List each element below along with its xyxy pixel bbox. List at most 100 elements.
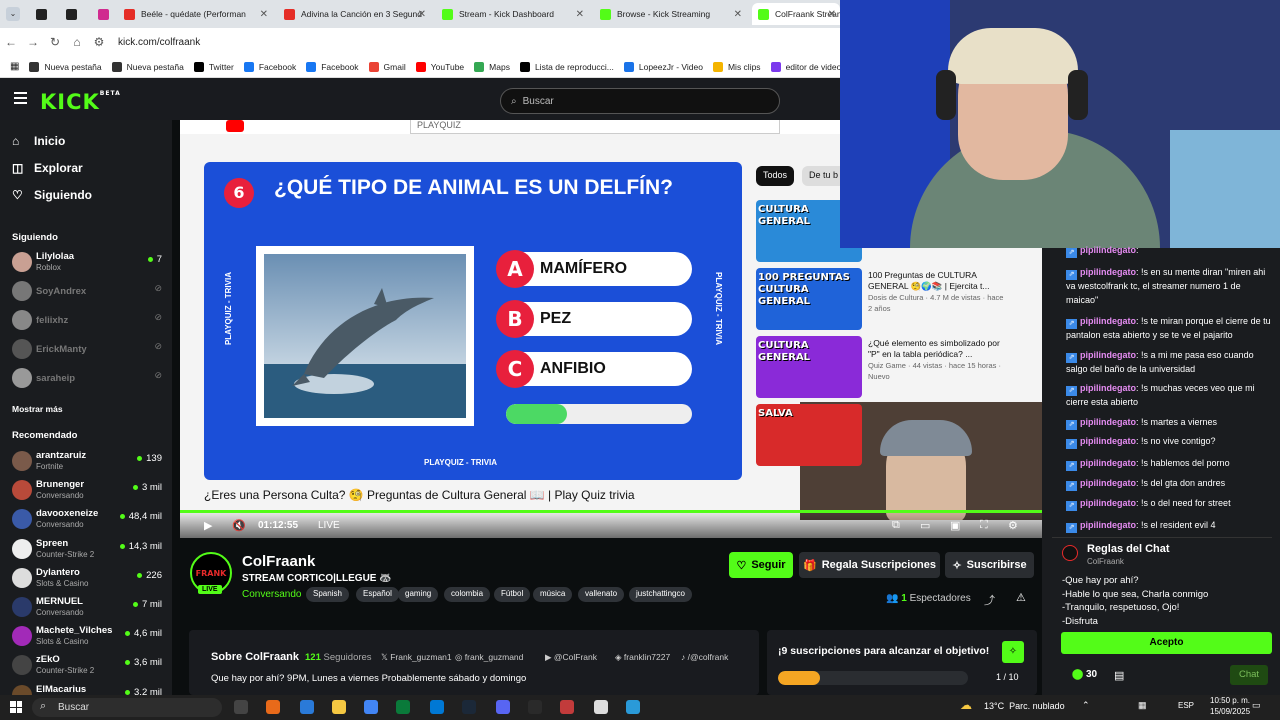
follow-button[interactable]: ♡ Seguir	[729, 552, 793, 578]
home-icon[interactable]: ⌂	[66, 35, 88, 49]
sidebar-channel[interactable]: Spreen Counter-Strike 2 14,3 mil	[12, 537, 162, 563]
taskbar-app-icon[interactable]	[430, 700, 444, 714]
goal-icon-button[interactable]: ✧	[1002, 641, 1024, 663]
browser-tab[interactable]: Stream - Kick Dashboard ✕	[436, 3, 588, 25]
apps-icon[interactable]: ▦	[10, 61, 19, 72]
chat-username[interactable]: pipilindegato	[1080, 436, 1136, 446]
sidebar-channel[interactable]: feliixhz ⊘	[12, 308, 162, 334]
chat-username[interactable]: pipilindegato	[1080, 267, 1136, 277]
stream-tag[interactable]: Fútbol	[494, 587, 531, 602]
stream-tag[interactable]: música	[533, 587, 573, 602]
reload-icon[interactable]: ↻	[44, 35, 66, 49]
chat-send-button[interactable]: Chat	[1230, 665, 1268, 685]
menu-icon[interactable]	[14, 92, 27, 104]
chat-username[interactable]: pipilindegato	[1080, 417, 1136, 427]
accept-rules-button[interactable]: Acepto	[1061, 632, 1272, 654]
clip-icon[interactable]: ⧉	[892, 519, 900, 532]
gift-icon[interactable]: ▤	[1114, 669, 1124, 682]
chat-username[interactable]: pipilindegato	[1080, 478, 1136, 488]
stream-tag[interactable]: vallenato	[578, 587, 625, 602]
taskbar-app-icon[interactable]	[626, 700, 640, 714]
tab-close-icon[interactable]: ✕	[828, 9, 836, 20]
chat-username[interactable]: pipilindegato	[1080, 245, 1136, 255]
social-link[interactable]: ♪ /@colfrank	[681, 652, 728, 662]
miniplayer-icon[interactable]: ▣	[950, 519, 960, 532]
seek-bar[interactable]	[180, 510, 1042, 513]
chat-username[interactable]: pipilindegato	[1080, 383, 1136, 393]
theater-icon[interactable]: ▭	[920, 519, 930, 532]
taskbar-app-icon[interactable]	[396, 700, 410, 714]
taskbar-app-icon[interactable]	[300, 700, 314, 714]
browser-tab[interactable]: ColFraank Stream ✕	[752, 3, 840, 25]
chat-username[interactable]: pipilindegato	[1080, 498, 1136, 508]
sidebar-channel[interactable]: Machete_Vilches Slots & Casino 4,6 mil	[12, 624, 162, 650]
browser-tab[interactable]	[60, 3, 82, 25]
sidebar-channel[interactable]: MERNUEL Conversando 7 mil	[12, 595, 162, 621]
sidebar-channel[interactable]: SoyAndrex ⊘	[12, 279, 162, 305]
social-link[interactable]: ▶ @ColFrank	[545, 652, 597, 663]
chat-username[interactable]: pipilindegato	[1080, 316, 1136, 326]
search-input[interactable]: ⌕ Buscar	[500, 88, 780, 114]
browser-tab[interactable]: Adivina la Canción en 3 Segund ✕	[278, 3, 430, 25]
kick-logo[interactable]: KICKBETA	[40, 90, 121, 114]
bookmark-item[interactable]: Facebook	[306, 61, 359, 72]
browser-tab[interactable]	[92, 3, 114, 25]
taskbar-app-icon[interactable]	[234, 700, 248, 714]
tab-search-button[interactable]: ⌄	[6, 7, 20, 21]
tab-close-icon[interactable]: ✕	[576, 9, 584, 20]
channel-name[interactable]: ColFraank	[242, 553, 315, 570]
social-link[interactable]: 𝕏 Frank_guzman1	[381, 652, 452, 663]
chat-username[interactable]: pipilindegato	[1080, 350, 1136, 360]
sidebar-channel[interactable]: Dylantero Slots & Casino 226	[12, 566, 162, 592]
sidebar-channel[interactable]: arantzaruiz Fortnite 139	[12, 449, 162, 475]
fullscreen-icon[interactable]: ⛶	[980, 519, 988, 532]
sidebar-nav-siguiendo[interactable]: ♡ Siguiendo	[12, 188, 92, 202]
windows-start-icon[interactable]	[10, 701, 22, 713]
bookmark-item[interactable]: Nueva pestaña	[29, 61, 102, 72]
notifications-icon[interactable]: ▭	[1252, 700, 1261, 711]
bookmark-item[interactable]: Twitter	[193, 61, 234, 72]
bookmark-item[interactable]: Facebook	[243, 61, 296, 72]
taskbar-app-icon[interactable]	[266, 700, 280, 714]
chat-username[interactable]: pipilindegato	[1080, 458, 1136, 468]
taskbar-app-icon[interactable]	[594, 700, 608, 714]
bookmark-item[interactable]: Lista de reproducci...	[519, 61, 614, 72]
forward-icon[interactable]: →	[22, 35, 44, 49]
stream-tag[interactable]: colombia	[444, 587, 491, 602]
browser-tab[interactable]: Beéle - quédate (Performan ✕	[118, 3, 272, 25]
stream-tag[interactable]: gaming	[398, 587, 439, 602]
sidebar-channel[interactable]: davooxeneize Conversando 48,4 mil	[12, 507, 162, 533]
back-icon[interactable]: ←	[0, 35, 22, 49]
bookmark-item[interactable]: Maps	[474, 61, 510, 72]
sidebar-nav-explorar[interactable]: ◫ Explorar	[12, 161, 83, 175]
stream-tag[interactable]: justchattingco	[629, 587, 692, 602]
bookmark-item[interactable]: LopeezJr - Video	[623, 61, 703, 72]
stream-category[interactable]: Conversando	[242, 589, 301, 600]
taskbar-app-icon[interactable]	[560, 700, 574, 714]
share-icon[interactable]: ⤴	[984, 592, 995, 608]
browser-tab[interactable]	[30, 3, 52, 25]
url-field[interactable]: kick.com/colfraank	[118, 37, 200, 48]
subscribe-button[interactable]: ✧ Suscribirse	[945, 552, 1034, 578]
gift-subs-button[interactable]: 🎁 Regala Suscripciones	[799, 552, 940, 578]
tab-close-icon[interactable]: ✕	[260, 9, 268, 20]
bookmark-item[interactable]: Gmail	[368, 61, 406, 72]
network-icon[interactable]: ▦	[1138, 700, 1147, 711]
taskbar-app-icon[interactable]	[364, 700, 378, 714]
tab-close-icon[interactable]: ✕	[734, 9, 742, 20]
taskbar-app-icon[interactable]	[528, 700, 542, 714]
social-link[interactable]: ◈ franklin7227	[615, 652, 670, 663]
points-display[interactable]: ⬤ 30	[1072, 669, 1097, 680]
taskbar-app-icon[interactable]	[462, 700, 476, 714]
stream-tag[interactable]: Spanish	[306, 587, 349, 602]
settings-icon[interactable]: ⚙	[1008, 519, 1018, 532]
bookmark-item[interactable]: Nueva pestaña	[111, 61, 184, 72]
clock-date[interactable]: 15/09/2025	[1210, 707, 1250, 716]
sidebar-channel[interactable]: Lilylolaa Roblox 7	[12, 250, 162, 276]
bookmark-item[interactable]: Mis clips	[712, 61, 761, 72]
tray-chevron-icon[interactable]: ⌃	[1082, 700, 1090, 711]
site-info-icon[interactable]: ⚙	[88, 35, 110, 49]
sidebar-channel[interactable]: ErickManty ⊘	[12, 337, 162, 363]
sidebar-channel[interactable]: saraheip ⊘	[12, 366, 162, 392]
social-link[interactable]: ◎ frank_guzmand	[455, 652, 523, 663]
